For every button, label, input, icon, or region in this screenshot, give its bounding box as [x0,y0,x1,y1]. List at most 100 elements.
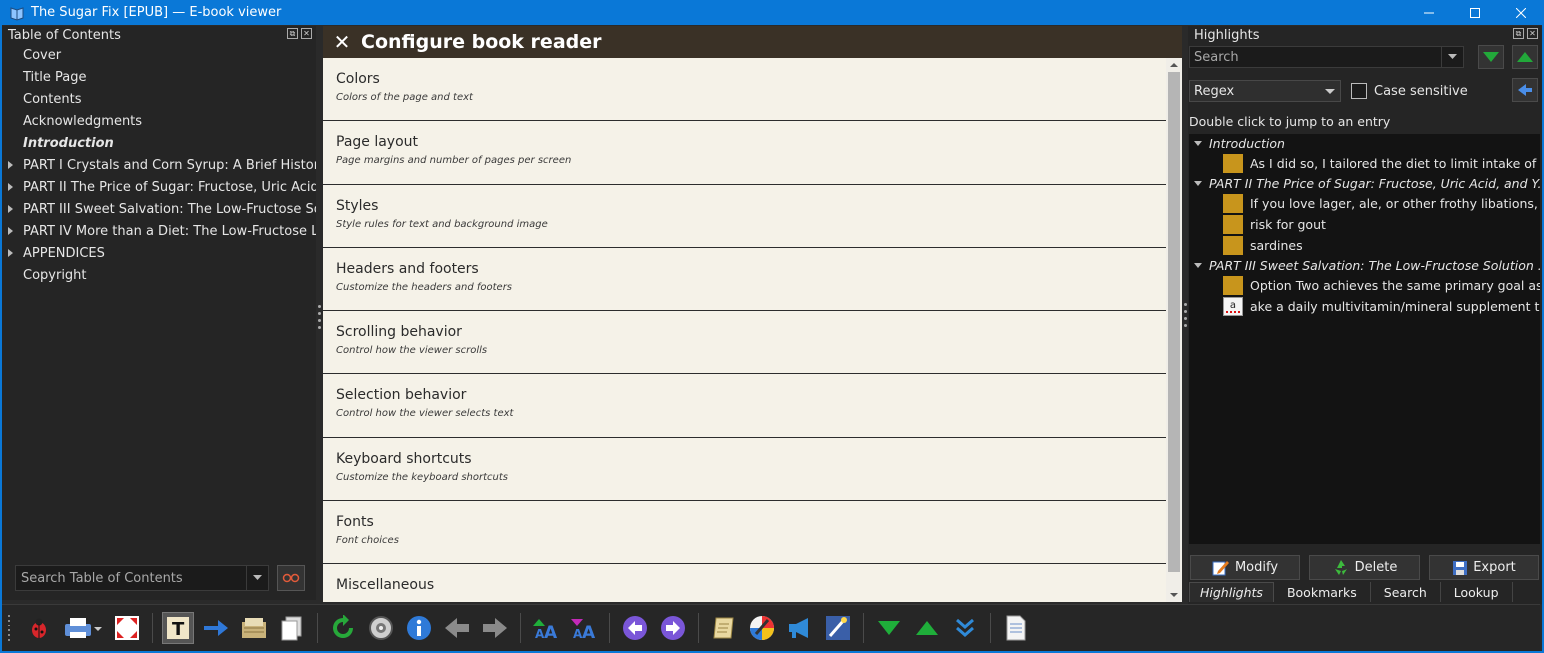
info-icon[interactable] [403,612,435,644]
text-mode-icon[interactable]: T [162,612,194,644]
config-scrollbar[interactable] [1166,58,1182,602]
next-icon[interactable] [657,612,689,644]
color-scheme-icon[interactable] [746,612,778,644]
case-sensitive-checkbox[interactable]: Case sensitive [1351,83,1468,99]
checkbox-box[interactable] [1351,83,1367,99]
scrollbar-thumb[interactable] [1168,72,1180,572]
expand-arrow-icon[interactable] [8,249,13,257]
collapse-arrow-icon[interactable] [1194,141,1202,146]
tab-lookup[interactable]: Lookup [1441,582,1513,602]
config-item-subtitle: Colors of the page and text [336,92,473,103]
toc-item[interactable]: Contents [2,88,316,110]
highlights-search-input[interactable] [1190,47,1441,67]
pointer-icon[interactable] [200,612,232,644]
toc-item-current[interactable]: Introduction [2,132,316,154]
toc-search-input[interactable] [16,566,246,590]
preferences-icon[interactable] [365,612,397,644]
font-smaller-icon[interactable]: AA [568,612,600,644]
left-splitter-handle[interactable] [317,305,321,329]
highlight-section[interactable]: PART II The Price of Sugar: Fructose, Ur… [1189,174,1540,193]
toc-search-history-dropdown[interactable] [246,566,268,590]
right-splitter-handle[interactable] [1183,303,1187,327]
highlight-entry[interactable]: risk for gout [1189,214,1540,235]
toc-icon[interactable] [238,612,270,644]
bug-icon[interactable] [23,612,55,644]
highlight-section[interactable]: PART III Sweet Salvation: The Low-Fructo… [1189,256,1540,275]
toc-item[interactable]: PART I Crystals and Corn Syrup: A Brief … [2,154,316,176]
next-section-icon[interactable] [873,612,905,644]
toc-item[interactable]: Copyright [2,264,316,286]
lookup-icon[interactable] [822,612,854,644]
config-item-keyboard-shortcuts[interactable]: Keyboard shortcuts Customize the keyboard… [323,438,1166,502]
config-item-fonts[interactable]: Fonts Font choices [323,501,1166,565]
back-icon[interactable] [441,612,473,644]
expand-arrow-icon[interactable] [8,183,13,191]
config-item-heading: Styles [336,197,379,214]
search-history-dropdown[interactable] [1441,47,1463,67]
toc-search-button[interactable] [277,565,305,591]
toc-item[interactable]: PART IV More than a Diet: The Low-Fructo… [2,220,316,242]
close-window-button[interactable] [1498,0,1544,25]
tab-search[interactable]: Search [1371,582,1441,602]
scroll-up-icon[interactable] [1170,63,1178,67]
toc-item[interactable]: Title Page [2,66,316,88]
scroll-icon[interactable] [708,612,740,644]
minimize-button[interactable] [1406,0,1452,25]
config-item-scrolling[interactable]: Scrolling behavior Control how the viewer… [323,311,1166,375]
highlight-entry[interactable]: If you love lager, ale, or other frothy … [1189,193,1540,214]
modify-button[interactable]: Modify [1190,555,1300,580]
float-panel-icon[interactable]: ⧉ [1513,28,1524,39]
side-panel-tabs: Highlights Bookmarks Search Lookup [1189,582,1513,602]
config-item-miscellaneous[interactable]: Miscellaneous [323,564,1166,602]
forward-icon[interactable] [479,612,511,644]
metadata-icon[interactable] [1000,612,1032,644]
float-panel-icon[interactable]: ⧉ [287,28,298,39]
toolbar-separator [698,613,699,643]
delete-button[interactable]: Delete [1309,555,1420,580]
close-panel-icon[interactable]: ✕ [301,28,312,39]
read-aloud-icon[interactable] [784,612,816,644]
highlight-entry[interactable]: sardines [1189,235,1540,256]
toc-panel-header: Table of Contents ⧉ ✕ [2,26,316,44]
config-item-page-layout[interactable]: Page layout Page margins and number of pa… [323,121,1166,185]
previous-section-icon[interactable] [911,612,943,644]
highlight-entry[interactable]: a ake a daily multivitamin/mineral supple… [1189,296,1540,317]
close-panel-icon[interactable]: ✕ [1527,28,1538,39]
highlight-entry[interactable]: Option Two achieves the same primary goa… [1189,275,1540,296]
search-mode-select[interactable]: Regex [1189,80,1341,102]
tab-bookmarks[interactable]: Bookmarks [1274,582,1371,602]
go-to-highlight-button[interactable] [1512,78,1538,102]
tab-highlights[interactable]: Highlights [1189,582,1274,602]
collapse-arrow-icon[interactable] [1194,263,1202,268]
copy-icon[interactable] [276,612,308,644]
font-larger-icon[interactable]: AA [530,612,562,644]
toc-item[interactable]: Cover [2,44,316,66]
config-item-headers-footers[interactable]: Headers and footers Customize the headers… [323,248,1166,312]
config-item-selection[interactable]: Selection behavior Control how the viewer… [323,374,1166,438]
find-previous-button[interactable] [1512,45,1538,69]
expand-arrow-icon[interactable] [8,161,13,169]
expand-arrow-icon[interactable] [8,205,13,213]
config-item-colors[interactable]: Colors Colors of the page and text [323,58,1166,122]
scroll-down-icon[interactable] [1170,593,1178,597]
reload-icon[interactable] [327,612,359,644]
toolbar-grip[interactable] [8,615,12,641]
find-next-button[interactable] [1478,45,1504,69]
maximize-button[interactable] [1452,0,1498,25]
toc-item[interactable]: PART II The Price of Sugar: Fructose, Ur… [2,176,316,198]
toc-item[interactable]: PART III Sweet Salvation: The Low-Fructo… [2,198,316,220]
previous-icon[interactable] [619,612,651,644]
highlight-entry[interactable]: As I did so, I tailored the diet to limi… [1189,153,1540,174]
collapse-arrow-icon[interactable] [1194,181,1202,186]
config-item-styles[interactable]: Styles Style rules for text and backgroun… [323,185,1166,248]
export-button[interactable]: Export [1429,555,1539,580]
close-config-icon[interactable]: ✕ [323,30,361,54]
fullscreen-icon[interactable] [111,612,143,644]
toc-item[interactable]: APPENDICES [2,242,316,264]
expand-arrow-icon[interactable] [8,227,13,235]
print-icon[interactable] [61,612,105,644]
yellow-highlight-swatch [1223,154,1243,173]
toc-item[interactable]: Acknowledgments [2,110,316,132]
highlight-section[interactable]: Introduction [1189,134,1540,153]
next-page-icon[interactable] [949,612,981,644]
